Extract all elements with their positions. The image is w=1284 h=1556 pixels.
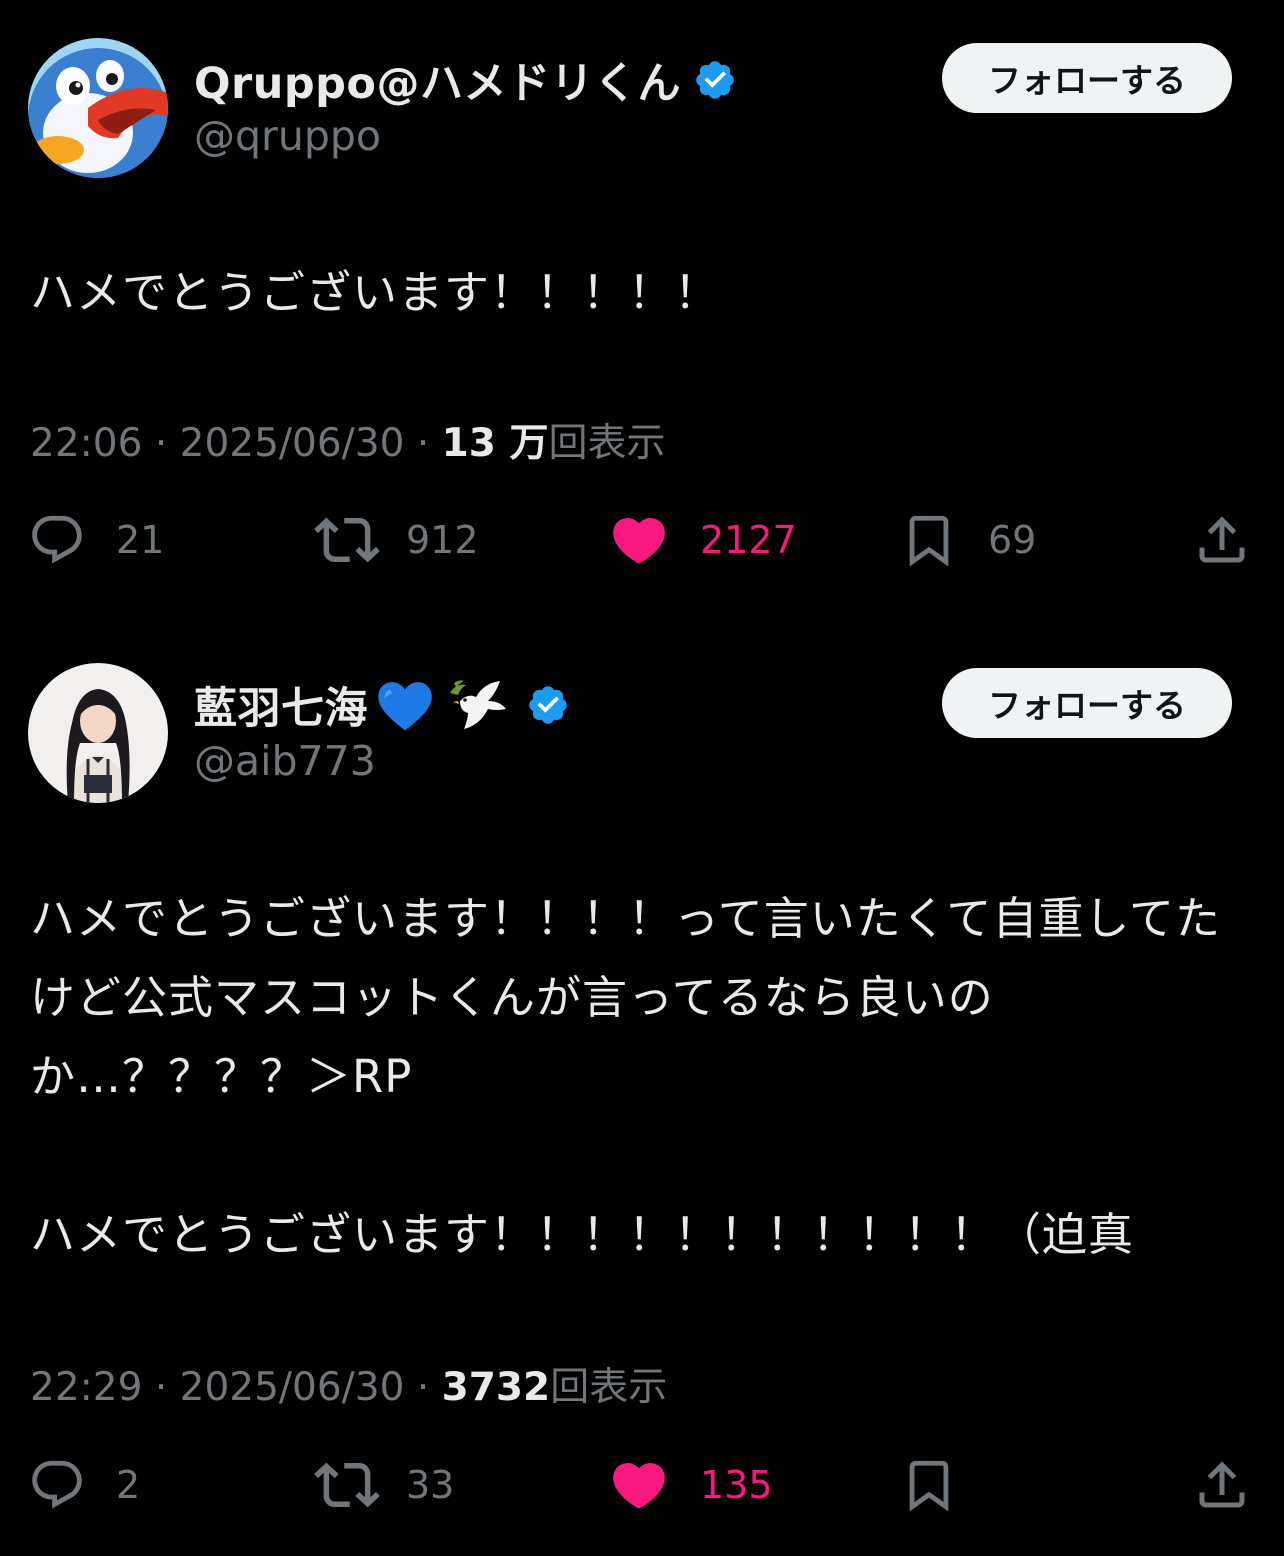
blue-heart-icon: [378, 682, 432, 731]
verified-badge-icon: [696, 61, 734, 99]
bookmark-icon: [909, 515, 949, 567]
bird-mascot-icon: [28, 38, 168, 178]
tweet-actions: 21 912 2127 69: [0, 500, 1284, 580]
meta-separator: ·: [154, 1365, 168, 1410]
tweet-actions: 2 33 135: [0, 1445, 1284, 1525]
tweet-meta: 22:06 · 2025/06/30 · 13 万回表示: [30, 412, 666, 468]
views-label: 回表示: [550, 1365, 668, 1410]
reply-icon: [32, 1460, 82, 1509]
share-icon: [1199, 1461, 1245, 1508]
repost-button[interactable]: 33: [314, 1445, 454, 1525]
like-count: 135: [700, 1463, 773, 1507]
like-button[interactable]: 2127: [608, 500, 797, 580]
reply-count: 21: [116, 518, 165, 562]
reply-button[interactable]: 2: [28, 1445, 140, 1525]
person-photo-avatar[interactable]: [28, 663, 168, 803]
tweet-text: ハメでとうございます！！！！！: [30, 266, 721, 319]
meta-separator: ·: [154, 421, 168, 466]
tweet-time[interactable]: 22:29: [30, 1365, 142, 1410]
like-button[interactable]: 135: [608, 1445, 773, 1525]
tweet: Qruppo@ハメドリくん @qruppo フォローする ハメでとうございます！…: [0, 0, 1284, 620]
dove-icon: [450, 680, 506, 729]
author-name-row[interactable]: Qruppo@ハメドリくん: [194, 50, 737, 110]
share-button[interactable]: [1192, 1445, 1252, 1525]
repost-count: 912: [406, 518, 479, 562]
repost-icon: [314, 517, 380, 563]
repost-button[interactable]: 912: [314, 500, 479, 580]
bookmark-button[interactable]: 69: [900, 500, 1036, 580]
meta-separator: ·: [416, 421, 430, 466]
author-display-name[interactable]: 藍羽七海: [194, 674, 368, 736]
views-count: 13 万: [441, 421, 549, 466]
person-photo-icon: [28, 663, 168, 803]
reply-count: 2: [116, 1463, 141, 1507]
author-handle[interactable]: @aib773: [194, 737, 376, 785]
tweet-date[interactable]: 2025/06/30: [180, 421, 405, 466]
tweet-time[interactable]: 22:06: [30, 421, 142, 466]
author-name-row[interactable]: 藍羽七海: [194, 675, 570, 735]
bookmark-icon: [909, 1460, 949, 1512]
bookmark-button[interactable]: [900, 1445, 988, 1525]
heart-filled-icon: [613, 518, 665, 564]
share-icon: [1199, 516, 1245, 563]
follow-button[interactable]: フォローする: [942, 668, 1232, 738]
author-handle[interactable]: @qruppo: [194, 112, 381, 160]
repost-count: 33: [406, 1463, 455, 1507]
like-count: 2127: [700, 518, 797, 562]
reply-button[interactable]: 21: [28, 500, 164, 580]
bookmark-count: 69: [988, 518, 1037, 562]
views-count: 3732: [441, 1365, 551, 1410]
bird-mascot-avatar[interactable]: [28, 38, 168, 178]
meta-separator: ·: [416, 1365, 430, 1410]
author-display-name[interactable]: Qruppo@ハメドリくん: [194, 49, 681, 111]
tweet: 藍羽七海 @aib773 フォローする ハメでとうございます！！！！って言いたく…: [0, 625, 1284, 1556]
views-label: 回表示: [548, 421, 666, 466]
name-emoji: [372, 676, 508, 734]
reply-icon: [32, 515, 82, 564]
tweet-meta: 22:29 · 2025/06/30 · 3732回表示: [30, 1356, 667, 1412]
verified-badge-icon: [529, 686, 567, 724]
heart-filled-icon: [613, 1463, 665, 1509]
follow-button[interactable]: フォローする: [942, 43, 1232, 113]
repost-icon: [314, 1462, 380, 1508]
tweet-text: ハメでとうございます！！！！って言いたくて自重してたけど公式マスコットくんが言っ…: [30, 892, 1222, 1261]
tweet-date[interactable]: 2025/06/30: [180, 1365, 405, 1410]
share-button[interactable]: [1192, 500, 1252, 580]
